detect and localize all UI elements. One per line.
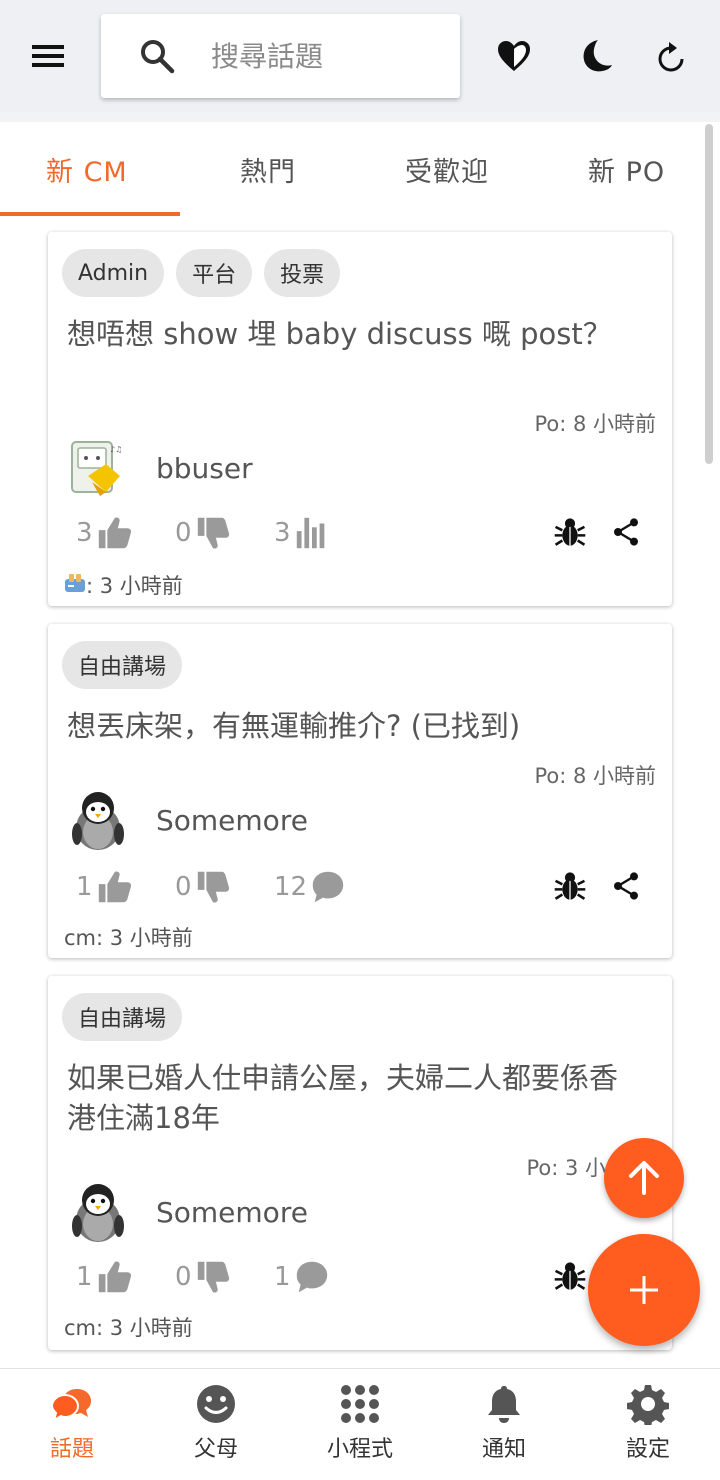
username[interactable]: Somemore xyxy=(156,1196,308,1229)
scroll-to-top-button[interactable] xyxy=(604,1138,684,1218)
nav-topics[interactable]: 話題 xyxy=(12,1383,132,1463)
comment-count: 12 xyxy=(274,872,308,902)
post-card[interactable]: 自由講場 如果已婚人仕申請公屋，夫婦二人都要係香港住滿18年 Po: 3 小 S… xyxy=(48,976,672,1350)
tab-new-po[interactable]: 新 PO xyxy=(588,150,665,189)
vote-stat[interactable]: 3 xyxy=(274,514,331,552)
username[interactable]: bbuser xyxy=(156,452,253,485)
gear-icon xyxy=(627,1385,669,1425)
bell-icon xyxy=(488,1386,520,1423)
like-count: 1 xyxy=(76,872,93,902)
bug-report-icon[interactable] xyxy=(552,1258,588,1294)
dislike-count: 0 xyxy=(175,1262,192,1292)
tab-indicator xyxy=(0,212,180,216)
avatar[interactable]: ♪♫ xyxy=(66,436,130,500)
like-button[interactable]: 1 xyxy=(76,868,133,906)
tag-list: 自由講場 xyxy=(62,993,183,1041)
post-time: Po: 8 小時前 xyxy=(534,412,656,436)
dark-mode-moon-icon[interactable] xyxy=(572,34,616,78)
chat-bubbles-icon xyxy=(51,1389,91,1423)
like-button[interactable]: 1 xyxy=(76,1258,133,1296)
thumb-up-icon xyxy=(95,868,133,906)
like-count: 1 xyxy=(76,1262,93,1292)
tag-list: 自由講場 xyxy=(62,641,183,689)
vote-count: 3 xyxy=(274,518,291,548)
tab-new-cm[interactable]: 新 CM xyxy=(46,150,128,189)
tag-chip[interactable]: 平台 xyxy=(176,249,253,297)
bug-report-icon[interactable] xyxy=(552,514,588,550)
tag-chip[interactable]: 投票 xyxy=(264,249,341,297)
bottom-navigation: 話題 父母 小程式 通知 設定 xyxy=(0,1368,720,1480)
refresh-icon[interactable] xyxy=(650,34,694,78)
thumb-down-icon xyxy=(194,1258,232,1296)
bar-chart-icon xyxy=(293,514,331,552)
smiley-icon xyxy=(197,1385,235,1423)
plus-icon xyxy=(630,1276,658,1304)
svg-text:♪♫: ♪♫ xyxy=(110,445,122,454)
nav-label: 話題 xyxy=(49,1437,94,1462)
comment-stat[interactable]: 12 xyxy=(274,868,347,906)
search-icon xyxy=(137,36,177,76)
heart-icon[interactable] xyxy=(492,34,536,78)
nav-parents[interactable]: 父母 xyxy=(156,1383,276,1463)
nav-mini-apps[interactable]: 小程式 xyxy=(300,1383,420,1463)
like-count: 3 xyxy=(76,518,93,548)
tag-chip[interactable]: Admin xyxy=(62,249,165,297)
dislike-button[interactable]: 0 xyxy=(175,514,232,552)
post-time: Po: 3 小 xyxy=(526,1156,606,1180)
thumb-up-icon xyxy=(95,1258,133,1296)
post-title[interactable]: 想唔想 show 埋 baby discuss 嘅 post？ xyxy=(67,314,627,354)
thumb-down-icon xyxy=(194,514,232,552)
last-comment-time: cm: 3 小時前 xyxy=(64,1316,193,1340)
bug-report-icon[interactable] xyxy=(552,868,588,904)
search-input[interactable] xyxy=(211,39,431,73)
arrow-up-icon xyxy=(629,1161,659,1195)
nav-settings[interactable]: 設定 xyxy=(588,1383,708,1463)
nav-notifications[interactable]: 通知 xyxy=(444,1383,564,1463)
dislike-button[interactable]: 0 xyxy=(175,868,232,906)
new-post-button[interactable] xyxy=(588,1234,700,1346)
nav-label: 父母 xyxy=(193,1437,238,1462)
tab-bar: 新 CM 熱門 受歡迎 新 PO xyxy=(0,122,720,216)
share-icon[interactable] xyxy=(608,514,644,550)
apps-grid-icon xyxy=(341,1385,379,1423)
avatar[interactable] xyxy=(66,1180,130,1244)
post-card[interactable]: Admin 平台 投票 想唔想 show 埋 baby discuss 嘅 po… xyxy=(48,232,672,606)
post-title[interactable]: 如果已婚人仕申請公屋，夫婦二人都要係香港住滿18年 xyxy=(67,1058,627,1138)
tab-hot[interactable]: 熱門 xyxy=(240,150,296,189)
tag-chip[interactable]: 自由講場 xyxy=(62,641,183,689)
menu-icon[interactable] xyxy=(30,38,66,74)
nav-label: 通知 xyxy=(481,1437,526,1462)
scrollbar[interactable] xyxy=(705,124,713,464)
tag-list: Admin 平台 投票 xyxy=(62,249,341,297)
comment-count: 1 xyxy=(274,1262,291,1292)
avatar[interactable] xyxy=(66,788,130,852)
post-card[interactable]: 自由講場 想丟床架，有無運輸推介? (已找到) Po: 8 小時前 Somemo… xyxy=(48,624,672,958)
nav-label: 設定 xyxy=(625,1437,670,1462)
comment-icon xyxy=(309,868,347,906)
search-box[interactable] xyxy=(101,14,460,98)
nav-label: 小程式 xyxy=(326,1437,393,1462)
comment-stat[interactable]: 1 xyxy=(274,1258,331,1296)
post-time: Po: 8 小時前 xyxy=(534,764,656,788)
toaster-emoji-icon xyxy=(64,573,86,598)
thumb-down-icon xyxy=(194,868,232,906)
last-comment-time: cm: 3 小時前 xyxy=(64,926,193,950)
dislike-count: 0 xyxy=(175,518,192,548)
dislike-count: 0 xyxy=(175,872,192,902)
tag-chip[interactable]: 自由講場 xyxy=(62,993,183,1041)
comment-icon xyxy=(293,1258,331,1296)
post-title[interactable]: 想丟床架，有無運輸推介? (已找到) xyxy=(67,706,627,746)
username[interactable]: Somemore xyxy=(156,804,308,837)
share-icon[interactable] xyxy=(608,868,644,904)
top-app-bar xyxy=(0,0,720,112)
tab-popular[interactable]: 受歡迎 xyxy=(405,150,489,189)
thumb-up-icon xyxy=(95,514,133,552)
like-button[interactable]: 3 xyxy=(76,514,133,552)
last-comment-time: : 3 小時前 xyxy=(64,570,183,600)
dislike-button[interactable]: 0 xyxy=(175,1258,232,1296)
